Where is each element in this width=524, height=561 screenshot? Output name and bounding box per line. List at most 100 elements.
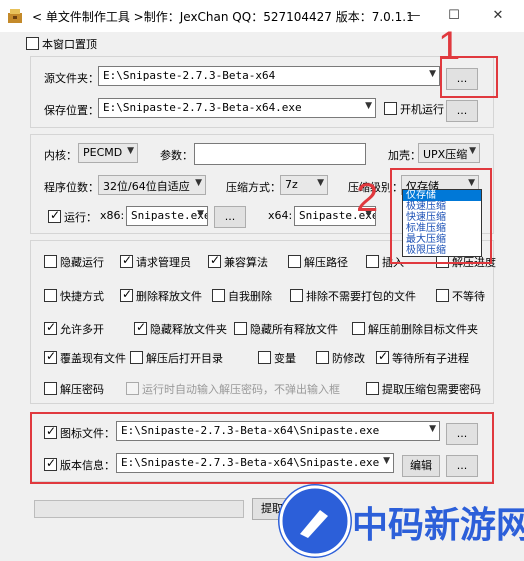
source-label: 源文件夹： [44, 72, 99, 85]
option-checkbox[interactable] [212, 289, 225, 302]
x86-run-combo[interactable]: Snipaste.exe ▼ [126, 206, 208, 226]
icon-file-value: E:\Snipaste-2.7.3-Beta-x64\Snipaste.exe [121, 424, 380, 437]
x86-label: x86: [100, 209, 125, 222]
progress-bar [34, 500, 244, 518]
minimize-button[interactable]: — [400, 4, 428, 28]
option-checkbox[interactable] [366, 382, 379, 395]
option-label: 解压密码 [60, 383, 104, 396]
params-label: 参数： [160, 149, 193, 162]
option-checkbox[interactable] [44, 320, 57, 335]
option-checkbox[interactable] [352, 322, 365, 335]
autorun-checkbox[interactable] [384, 102, 397, 115]
kernel-label: 内核： [44, 149, 77, 162]
option-label: 删除释放文件 [136, 290, 202, 303]
version-browse-button[interactable]: ... [446, 455, 478, 477]
app-icon [6, 7, 24, 25]
option-label: 等待所有子进程 [392, 352, 469, 365]
kernel-value: PECMD [83, 146, 123, 159]
save-path-combo[interactable]: E:\Snipaste-2.7.3-Beta-x64.exe ▼ [98, 98, 376, 118]
option-checkbox[interactable] [316, 351, 329, 364]
option-checkbox[interactable] [44, 349, 57, 364]
save-path-value: E:\Snipaste-2.7.3-Beta-x64.exe [103, 101, 302, 114]
version-info-combo[interactable]: E:\Snipaste-2.7.3-Beta-x64\Snipaste.exe ▼ [116, 453, 394, 473]
stay-on-top-checkbox[interactable] [26, 37, 39, 50]
close-button[interactable]: ✕ [484, 4, 512, 28]
option-checkbox[interactable] [288, 255, 301, 268]
option-checkbox[interactable] [130, 351, 143, 364]
chevron-down-icon: ▼ [317, 178, 324, 188]
chevron-down-icon: ▼ [127, 146, 134, 156]
compress-method-value: 7z [285, 178, 298, 191]
option-label: 兼容算法 [224, 256, 268, 269]
chevron-down-icon: ▼ [429, 69, 436, 79]
option-checkbox[interactable] [44, 289, 57, 302]
annotation-box-2 [390, 168, 492, 264]
option-checkbox[interactable] [366, 255, 379, 268]
option-checkbox[interactable] [290, 289, 303, 302]
annotation-number-2: 2 [356, 176, 379, 220]
option-checkbox[interactable] [120, 287, 133, 302]
annotation-number-1: 1 [438, 24, 461, 68]
window-title: < 单文件制作工具 >制作：JexChan QQ：527104427 版本：7.… [32, 10, 414, 24]
compress-method-label: 压缩方式： [226, 181, 281, 194]
option-label: 请求管理员 [136, 256, 191, 269]
run-checkbox[interactable] [48, 208, 61, 223]
bits-combo[interactable]: 32位/64位自适应 ▼ [98, 175, 206, 195]
autorun-label: 开机运行 [400, 103, 444, 116]
version-edit-button[interactable]: 编辑 [402, 455, 440, 477]
x86-browse-button[interactable]: ... [214, 206, 246, 228]
option-checkbox[interactable] [436, 289, 449, 302]
option-label: 自我删除 [228, 290, 272, 303]
option-label: 运行时自动输入解压密码，不弹出输入框 [142, 383, 340, 396]
option-label: 解压后打开目录 [146, 352, 223, 365]
option-label: 允许多开 [60, 323, 104, 336]
chevron-down-icon: ▼ [469, 146, 476, 156]
option-label: 解压路径 [304, 256, 348, 269]
option-checkbox[interactable] [44, 382, 57, 395]
option-label: 覆盖现有文件 [60, 352, 126, 365]
option-label: 变量 [274, 352, 296, 365]
bits-label: 程序位数： [44, 181, 99, 194]
stay-on-top-label: 本窗口置顶 [42, 38, 97, 51]
icon-file-combo[interactable]: E:\Snipaste-2.7.3-Beta-x64\Snipaste.exe ▼ [116, 421, 440, 441]
option-checkbox[interactable] [376, 349, 389, 364]
run-label: 运行： [64, 211, 97, 224]
icon-file-label: 图标文件： [60, 427, 115, 440]
option-checkbox[interactable] [44, 255, 57, 268]
shell-combo[interactable]: UPX压缩 ▼ [418, 143, 480, 163]
params-input[interactable] [194, 143, 366, 165]
version-info-checkbox[interactable] [44, 456, 57, 471]
option-checkbox [126, 382, 139, 395]
version-info-label: 版本信息： [60, 459, 115, 472]
chevron-down-icon: ▼ [429, 424, 436, 434]
option-checkbox[interactable] [258, 351, 271, 364]
option-label: 隐藏所有释放文件 [250, 323, 338, 336]
icon-file-checkbox[interactable] [44, 424, 57, 439]
option-checkbox[interactable] [234, 322, 247, 335]
source-path-combo[interactable]: E:\Snipaste-2.7.3-Beta-x64 ▼ [98, 66, 440, 86]
option-label: 快捷方式 [60, 290, 104, 303]
chevron-down-icon: ▼ [195, 178, 202, 188]
option-label: 提取压缩包需要密码 [382, 383, 481, 396]
watermark-text: 中码新游网 [352, 505, 524, 546]
option-checkbox[interactable] [134, 320, 147, 335]
kernel-combo[interactable]: PECMD ▼ [78, 143, 138, 163]
option-label: 不等待 [452, 290, 485, 303]
watermark-logo [278, 484, 352, 558]
option-checkbox[interactable] [120, 253, 133, 268]
option-label: 解压前删除目标文件夹 [368, 323, 478, 336]
icon-browse-button[interactable]: ... [446, 423, 478, 445]
option-label: 防修改 [332, 352, 365, 365]
x64-label: x64: [268, 209, 293, 222]
option-checkbox[interactable] [208, 253, 221, 268]
option-label: 排除不需要打包的文件 [306, 290, 416, 303]
source-path-value: E:\Snipaste-2.7.3-Beta-x64 [103, 69, 276, 82]
chevron-down-icon: ▼ [365, 101, 372, 111]
bits-value: 32位/64位自适应 [103, 180, 190, 193]
shell-value: UPX压缩 [423, 148, 468, 161]
option-label: 隐藏运行 [60, 256, 104, 269]
save-browse-button[interactable]: ... [446, 100, 478, 122]
compress-method-combo[interactable]: 7z ▼ [280, 175, 328, 195]
option-label: 隐藏释放文件夹 [150, 323, 227, 336]
version-info-value: E:\Snipaste-2.7.3-Beta-x64\Snipaste.exe [121, 456, 380, 469]
